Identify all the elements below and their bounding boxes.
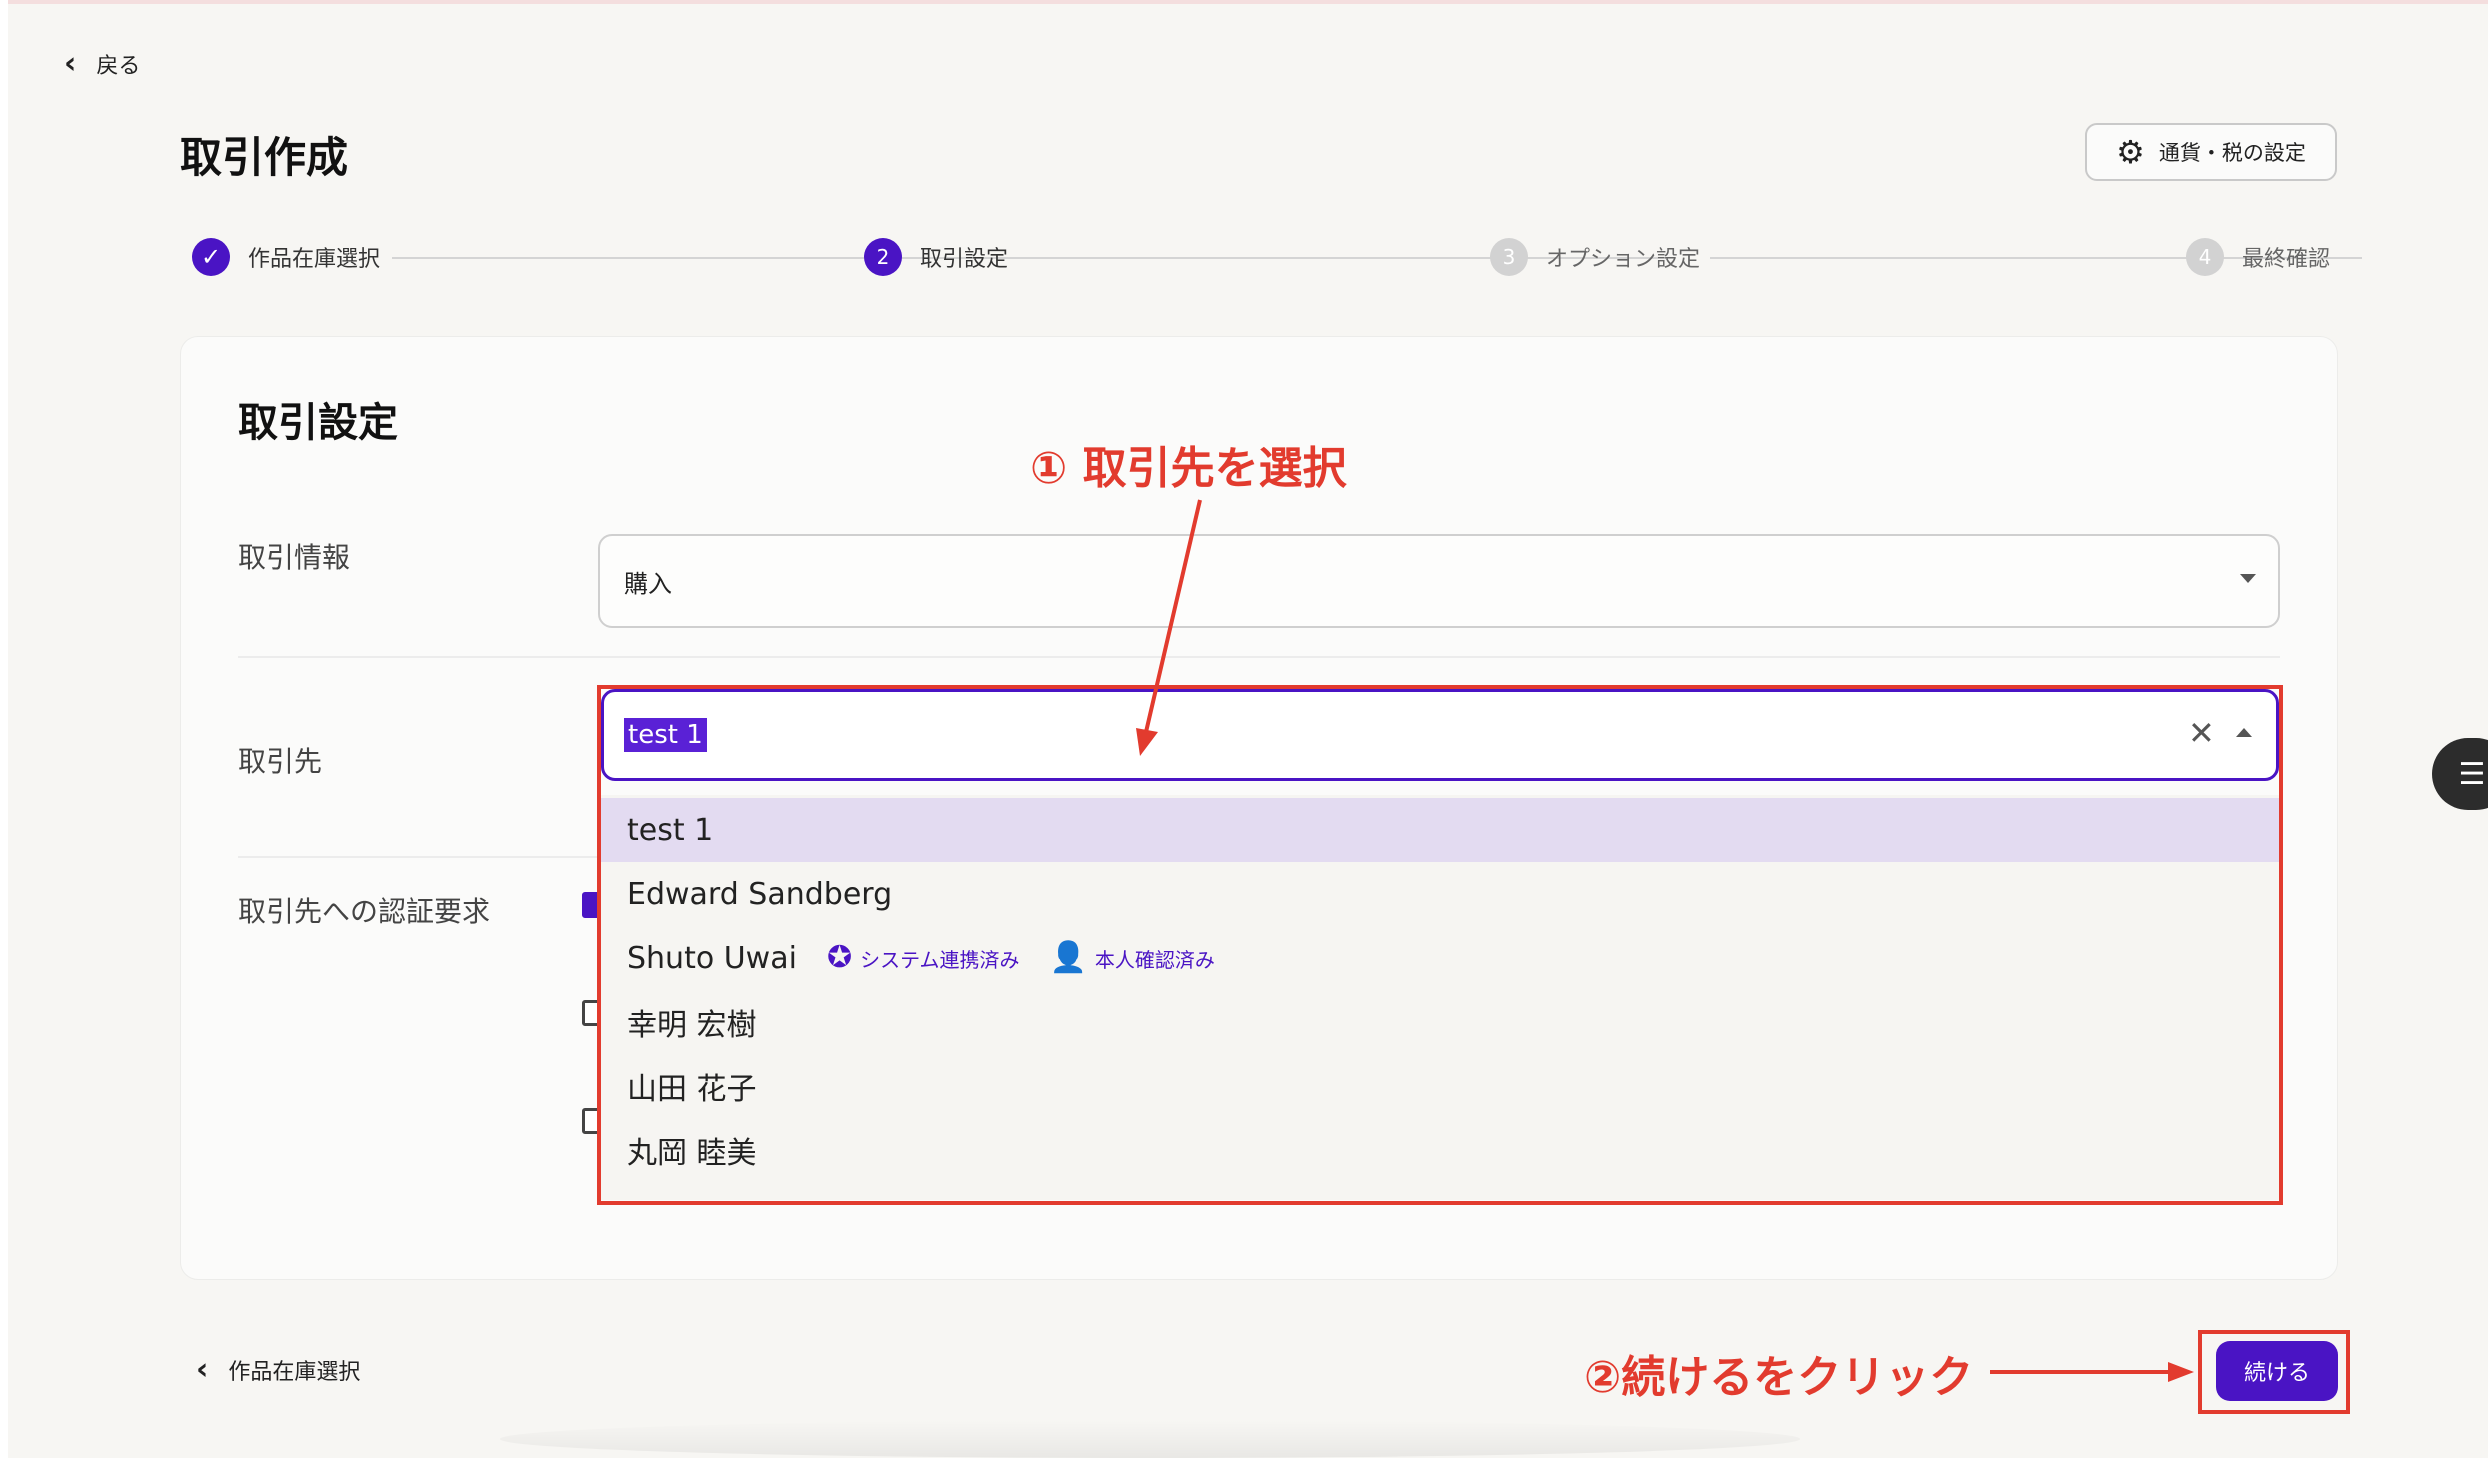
previous-step-label: 作品在庫選択 bbox=[228, 1360, 361, 1385]
settings-label: 通貨・税の設定 bbox=[2158, 141, 2306, 165]
step-confirm: 4 最終確認 bbox=[2186, 238, 2330, 276]
partner-label: 取引先 bbox=[238, 745, 323, 778]
page-title: 取引作成 bbox=[180, 133, 349, 182]
transaction-info-select[interactable]: 購入 bbox=[598, 534, 2280, 628]
currency-tax-settings-button[interactable]: ⚙ 通貨・税の設定 bbox=[2085, 123, 2337, 181]
step-options: 3 オプション設定 bbox=[1490, 238, 1700, 276]
left-edge bbox=[0, 0, 8, 1458]
check-icon: ✓ bbox=[192, 238, 230, 276]
step-number: 2 bbox=[864, 238, 902, 276]
arrow-2-head bbox=[2168, 1362, 2194, 1382]
floating-list-button[interactable]: ☰ bbox=[2432, 738, 2488, 810]
annotation-highlight-partner bbox=[597, 685, 2283, 1205]
stepper: ✓ 作品在庫選択 2 取引設定 3 オプション設定 4 最終確認 bbox=[190, 238, 2362, 282]
previous-step-link[interactable]: ‹ 作品在庫選択 bbox=[196, 1354, 360, 1386]
step-label: 取引設定 bbox=[920, 247, 1009, 272]
step-number: 4 bbox=[2186, 238, 2224, 276]
row-divider bbox=[238, 856, 598, 858]
caret-down-icon bbox=[2240, 574, 2256, 583]
back-link[interactable]: ‹ 戻る bbox=[64, 48, 140, 80]
chevron-left-icon: ‹ bbox=[64, 46, 77, 81]
step-label: オプション設定 bbox=[1546, 247, 1701, 272]
step-settings: 2 取引設定 bbox=[864, 238, 1008, 276]
annotation-step-1: ① 取引先を選択 bbox=[1030, 443, 1347, 494]
section-title: 取引設定 bbox=[238, 400, 398, 446]
chevron-left-icon: ‹ bbox=[196, 1352, 209, 1387]
annotation-step-2: ②続けるをクリック bbox=[1584, 1352, 1974, 1403]
transaction-info-value: 購入 bbox=[624, 569, 672, 598]
bottom-shadow bbox=[500, 1420, 1800, 1458]
top-border bbox=[0, 0, 2488, 4]
step-label: 最終確認 bbox=[2242, 247, 2331, 272]
continue-button[interactable]: 続ける bbox=[2216, 1341, 2338, 1401]
step-number: 3 bbox=[1490, 238, 1528, 276]
list-icon: ☰ bbox=[2458, 756, 2486, 792]
step-inventory: ✓ 作品在庫選択 bbox=[192, 238, 380, 276]
step-label: 作品在庫選択 bbox=[248, 247, 381, 272]
gear-icon: ⚙ bbox=[2116, 133, 2145, 171]
row-divider bbox=[238, 656, 2280, 658]
back-label: 戻る bbox=[96, 54, 141, 79]
transaction-info-label: 取引情報 bbox=[238, 541, 351, 574]
auth-request-label: 取引先への認証要求 bbox=[238, 895, 491, 928]
